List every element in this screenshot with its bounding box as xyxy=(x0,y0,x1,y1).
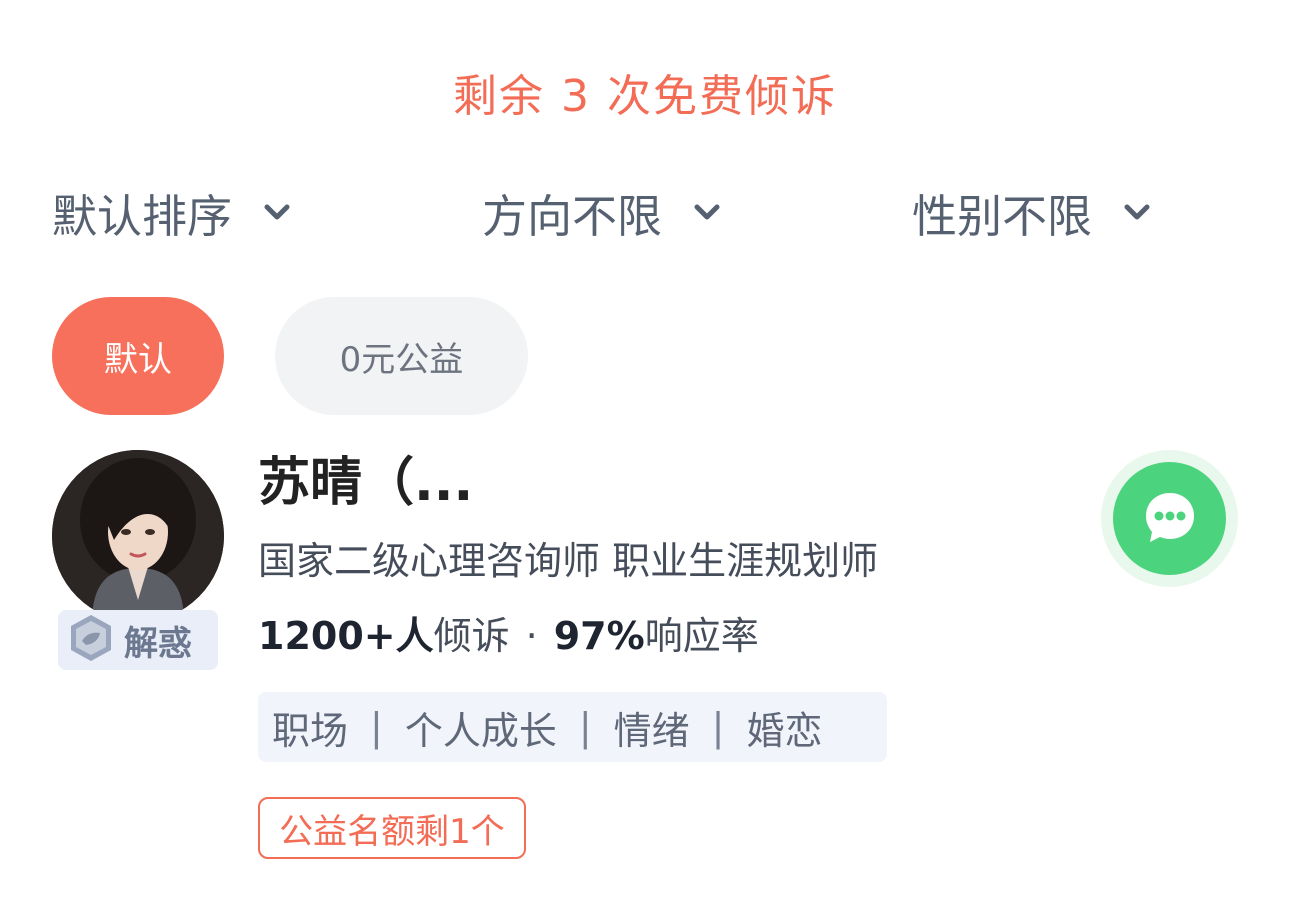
badge-label: 解惑 xyxy=(124,623,192,664)
tag-item: 个人成长 xyxy=(404,708,557,753)
response-rate: 97% xyxy=(553,614,645,658)
pill-charity[interactable]: 0元公益 xyxy=(275,297,528,415)
tag-separator: | xyxy=(578,705,592,749)
filter-sort-dropdown[interactable]: 默认排序 xyxy=(52,180,292,244)
chat-bubble-icon xyxy=(1140,487,1200,551)
counselor-name[interactable]: 苏晴（... xyxy=(258,440,473,515)
tag-item: 职场 xyxy=(272,708,349,753)
status-badge: 解惑 xyxy=(58,610,218,670)
filter-sort-label: 默认排序 xyxy=(52,189,233,243)
avatar[interactable] xyxy=(52,450,224,622)
filter-direction-dropdown[interactable]: 方向不限 xyxy=(482,180,722,244)
chat-button[interactable] xyxy=(1101,450,1238,587)
tag-item: 情绪 xyxy=(613,708,690,753)
counselor-titles: 国家二级心理咨询师 职业生涯规划师 xyxy=(258,539,879,583)
hexagon-badge-icon xyxy=(68,613,114,667)
chevron-down-icon xyxy=(1122,197,1152,227)
counselor-stats: 1200+人倾诉 · 97%响应率 xyxy=(258,605,759,660)
specialty-tags: 职场 | 个人成长 | 情绪 | 婚恋 xyxy=(258,692,887,762)
response-rate-suffix: 响应率 xyxy=(644,614,759,658)
filter-gender-dropdown[interactable]: 性别不限 xyxy=(912,180,1152,244)
remaining-free-count: 剩余 3 次免费倾诉 xyxy=(453,71,837,122)
chevron-down-icon xyxy=(692,197,722,227)
tag-item: 婚恋 xyxy=(746,708,823,753)
consult-count-suffix: 倾诉 xyxy=(433,614,510,658)
chevron-down-icon xyxy=(262,197,292,227)
chat-button-inner[interactable] xyxy=(1113,462,1226,575)
filter-gender-label: 性别不限 xyxy=(912,189,1093,243)
consult-count: 1200+人 xyxy=(258,614,434,658)
charity-quota-tag: 公益名额剩1个 xyxy=(258,797,526,859)
tag-separator: | xyxy=(370,705,383,749)
tag-separator: | xyxy=(711,705,725,749)
stats-separator: · xyxy=(525,614,538,658)
pill-default[interactable]: 默认 xyxy=(52,297,224,415)
filter-direction-label: 方向不限 xyxy=(482,189,663,243)
